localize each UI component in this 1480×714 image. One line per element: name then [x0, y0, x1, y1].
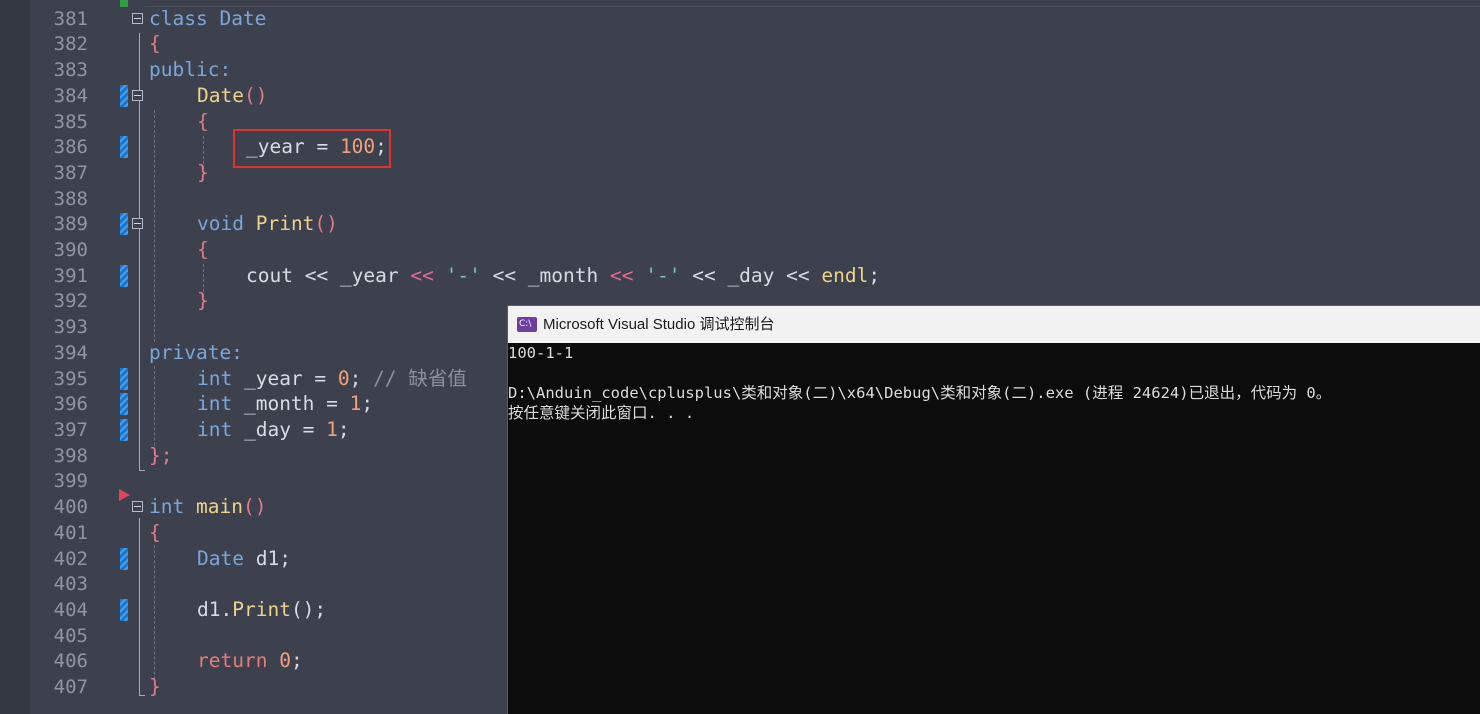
code-text: { — [197, 238, 209, 261]
line-number: 405 — [53, 625, 88, 647]
line-number: 399 — [53, 470, 88, 492]
line-number: 384 — [53, 85, 88, 107]
code-text: public: — [149, 58, 232, 81]
console-line: D:\Anduin_code\cplusplus\类和对象(二)\x64\Deb… — [508, 384, 1332, 402]
line-number: 385 — [53, 111, 88, 133]
code-line-383[interactable]: 383 public: — [0, 57, 1480, 83]
code-line-391[interactable]: 391 cout << _year << '-' << _month << '-… — [0, 263, 1480, 289]
code-line-381[interactable]: 381 class Date — [0, 6, 1480, 32]
line-number: 386 — [53, 136, 88, 158]
line-number: 394 — [53, 342, 88, 364]
line-number: 395 — [53, 368, 88, 390]
code-text: }; — [149, 444, 173, 467]
code-text: int _year = 0; // 缺省值 — [197, 367, 467, 390]
console-titlebar[interactable]: C:\ Microsoft Visual Studio 调试控制台 — [508, 306, 1480, 343]
code-text: cout << _year << '-' << _month << '-' <<… — [246, 264, 881, 287]
line-number: 397 — [53, 419, 88, 441]
line-number: 392 — [53, 290, 88, 312]
code-text: { — [149, 521, 161, 544]
line-number: 407 — [53, 676, 88, 698]
change-indicator — [120, 368, 128, 390]
code-text: class Date — [149, 7, 267, 30]
change-indicator — [120, 393, 128, 415]
debug-console-window[interactable]: C:\ Microsoft Visual Studio 调试控制台 100-1-… — [507, 305, 1480, 714]
collapse-toggle-icon[interactable] — [132, 501, 143, 512]
line-number: 398 — [53, 445, 88, 467]
line-number: 381 — [53, 8, 88, 30]
code-text: } — [149, 675, 161, 698]
console-output[interactable]: 100-1-1 D:\Anduin_code\cplusplus\类和对象(二)… — [508, 343, 1480, 423]
line-number: 403 — [53, 573, 88, 595]
line-number: 393 — [53, 316, 88, 338]
line-number: 396 — [53, 393, 88, 415]
line-number: 387 — [53, 162, 88, 184]
line-number: 383 — [53, 59, 88, 81]
line-number: 406 — [53, 650, 88, 672]
code-text: d1.Print(); — [197, 598, 327, 621]
code-text: int _day = 1; — [197, 418, 350, 441]
console-line: 按任意键关闭此窗口. . . — [508, 404, 695, 422]
code-text: { — [197, 110, 209, 133]
execution-arrow-icon — [119, 489, 130, 501]
line-number: 401 — [53, 522, 88, 544]
code-line-389[interactable]: 389 void Print() — [0, 211, 1480, 237]
code-text: void Print() — [197, 212, 338, 235]
change-indicator — [120, 419, 128, 441]
code-line-387[interactable]: 387 } — [0, 160, 1480, 186]
line-number: 390 — [53, 239, 88, 261]
highlight-box — [233, 129, 391, 168]
line-number: 391 — [53, 265, 88, 287]
line-number: 389 — [53, 213, 88, 235]
console-app-icon: C:\ — [517, 317, 537, 332]
change-indicator — [120, 85, 128, 107]
change-indicator — [120, 548, 128, 570]
collapse-toggle-icon[interactable] — [132, 90, 143, 101]
code-line-384[interactable]: 384 Date() — [0, 83, 1480, 109]
code-line-385[interactable]: 385 { — [0, 109, 1480, 135]
change-indicator — [120, 265, 128, 287]
code-text: return 0; — [197, 649, 303, 672]
collapse-toggle-icon[interactable] — [132, 218, 143, 229]
line-number: 388 — [53, 188, 88, 210]
collapse-toggle-icon[interactable] — [132, 13, 143, 24]
line-number: 400 — [53, 496, 88, 518]
code-line-382[interactable]: 382 { — [0, 31, 1480, 57]
code-text: Date() — [197, 84, 268, 107]
change-indicator — [120, 136, 128, 158]
console-title: Microsoft Visual Studio 调试控制台 — [543, 316, 775, 333]
line-number: 402 — [53, 548, 88, 570]
line-number: 404 — [53, 599, 88, 621]
code-line-390[interactable]: 390 { — [0, 237, 1480, 263]
line-number: 382 — [53, 33, 88, 55]
code-text: } — [197, 289, 209, 312]
code-line-388[interactable]: 388 — [0, 186, 1480, 212]
code-text: int _month = 1; — [197, 392, 374, 415]
code-text: private: — [149, 341, 243, 364]
change-indicator — [120, 599, 128, 621]
code-text: { — [149, 32, 161, 55]
code-line-386[interactable]: 386 _year = 100; — [0, 134, 1480, 160]
change-indicator — [120, 213, 128, 235]
code-text: } — [197, 161, 209, 184]
code-text: int main() — [149, 495, 267, 518]
code-text: Date d1; — [197, 547, 291, 570]
console-line: 100-1-1 — [508, 344, 574, 362]
